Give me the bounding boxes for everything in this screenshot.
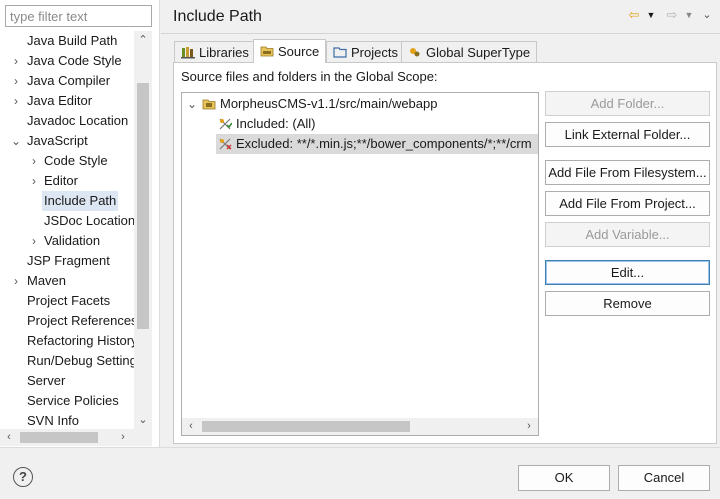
nav-item-label: Java Code Style	[27, 53, 122, 68]
expand-arrow-icon[interactable]: ›	[28, 231, 40, 251]
source-folder-label: MorpheusCMS-v1.1/src/main/webapp	[220, 96, 438, 111]
tab-projects[interactable]: Projects	[326, 41, 405, 63]
inclusion-filter-icon	[219, 118, 232, 130]
projects-icon	[333, 47, 347, 58]
source-folder-icon	[260, 46, 274, 57]
add-variable-button[interactable]: Add Variable...	[545, 222, 710, 247]
preferences-nav-pane: Java Build Path › Java Code Style › Java…	[0, 0, 160, 447]
cancel-button[interactable]: Cancel	[618, 465, 710, 491]
source-tab-panel: Source files and folders in the Global S…	[173, 62, 717, 444]
nav-item-label: Validation	[44, 233, 101, 248]
nav-item-label: Project References	[27, 313, 134, 328]
scroll-left-icon[interactable]: ‹	[182, 418, 200, 435]
tab-libraries[interactable]: Libraries	[174, 41, 256, 63]
scroll-thumb[interactable]	[202, 421, 410, 432]
nav-tree: Java Build Path › Java Code Style › Java…	[0, 31, 134, 429]
nav-item-label: JSP Fragment	[27, 253, 110, 268]
back-arrow-icon[interactable]: ⇦	[626, 6, 642, 24]
source-panel-caption: Source files and folders in the Global S…	[181, 69, 438, 84]
add-file-from-filesystem-button[interactable]: Add File From Filesystem...	[545, 160, 710, 185]
inclusion-filter-row[interactable]: Included: (All)	[182, 114, 538, 134]
exclusion-filter-icon	[219, 138, 232, 150]
nav-item-label: SVN Info	[27, 413, 80, 428]
filter-input[interactable]	[5, 5, 152, 27]
inclusion-filter-label: Included: (All)	[236, 116, 316, 131]
link-external-folder-button[interactable]: Link External Folder...	[545, 122, 710, 147]
nav-item-label: Run/Debug Settings	[27, 353, 134, 368]
view-menu-icon[interactable]: ⌄	[700, 6, 714, 24]
collapse-arrow-icon[interactable]: ⌄	[186, 94, 198, 114]
expand-arrow-icon[interactable]: ›	[10, 91, 22, 111]
nav-vertical-scrollbar[interactable]: ⌃ ⌄	[134, 31, 152, 429]
add-folder-button[interactable]: Add Folder...	[545, 91, 710, 116]
source-tree-horizontal-scrollbar[interactable]: ‹ ›	[182, 418, 538, 435]
scroll-right-icon[interactable]: ›	[114, 429, 132, 446]
nav-item-label: Server	[27, 373, 66, 388]
remove-button[interactable]: Remove	[545, 291, 710, 316]
source-tree[interactable]: ⌄ MorpheusCMS-v1.1/src/main/webapp Inclu…	[181, 92, 539, 436]
help-icon[interactable]: ?	[13, 467, 33, 487]
nav-item-label: Editor	[44, 173, 78, 188]
edit-button[interactable]: Edit...	[545, 260, 710, 285]
title-separator	[161, 33, 720, 34]
nav-item-label: Refactoring History	[27, 333, 134, 348]
nav-item-label: JavaScript	[27, 133, 88, 148]
scroll-left-icon[interactable]: ‹	[0, 429, 18, 446]
scroll-right-icon[interactable]: ›	[520, 418, 538, 435]
nav-item-label: Java Build Path	[27, 33, 118, 48]
nav-item-label: Code Style	[44, 153, 108, 168]
expand-arrow-icon[interactable]: ›	[10, 51, 22, 71]
back-menu-dropdown-icon[interactable]: ▼	[645, 6, 657, 24]
forward-menu-dropdown-icon[interactable]: ▼	[683, 6, 695, 24]
scroll-thumb[interactable]	[20, 432, 98, 443]
supertype-icon	[410, 48, 420, 57]
add-file-from-project-button[interactable]: Add File From Project...	[545, 191, 710, 216]
package-folder-icon	[202, 99, 216, 110]
nav-horizontal-scrollbar[interactable]: ‹ ›	[0, 429, 134, 446]
expand-arrow-icon[interactable]: ›	[10, 71, 22, 91]
tab-label: Global SuperType	[426, 45, 531, 60]
tab-label: Libraries	[199, 45, 249, 60]
nav-item-label: Java Editor	[27, 93, 93, 108]
scroll-up-icon[interactable]: ⌃	[134, 31, 152, 49]
source-tree-root[interactable]: ⌄ MorpheusCMS-v1.1/src/main/webapp	[182, 94, 538, 114]
ok-button[interactable]: OK	[518, 465, 610, 491]
expand-arrow-icon[interactable]: ›	[28, 151, 40, 171]
nav-item-label: JSDoc Location	[44, 213, 134, 228]
nav-item-label: Maven	[27, 273, 67, 288]
nav-item-label: Javadoc Location	[27, 113, 129, 128]
nav-item-label: Service Policies	[27, 393, 119, 408]
tab-label: Projects	[351, 45, 398, 60]
expand-arrow-icon[interactable]: ›	[28, 171, 40, 191]
scroll-down-icon[interactable]: ⌄	[134, 411, 152, 429]
exclusion-filter-label: Excluded: **/*.min.js;**/bower_component…	[236, 136, 532, 151]
collapse-arrow-icon[interactable]: ⌄	[10, 131, 22, 151]
footer-separator	[0, 447, 720, 448]
tab-global-supertype[interactable]: Global SuperType	[401, 41, 538, 63]
scrollbar-corner	[134, 429, 152, 446]
nav-item-label: Java Compiler	[27, 73, 111, 88]
libraries-icon	[181, 47, 195, 59]
tab-source[interactable]: Source	[253, 39, 327, 63]
expand-arrow-icon[interactable]: ›	[10, 271, 22, 291]
page-title: Include Path	[173, 8, 262, 25]
forward-arrow-icon[interactable]: ⇨	[664, 6, 680, 24]
scroll-thumb[interactable]	[137, 83, 149, 329]
tab-label: Source	[278, 44, 320, 59]
nav-item-label: Project Facets	[27, 293, 111, 308]
nav-item-label: Include Path	[42, 191, 119, 211]
exclusion-filter-row[interactable]: Excluded: **/*.min.js;**/bower_component…	[216, 134, 538, 154]
